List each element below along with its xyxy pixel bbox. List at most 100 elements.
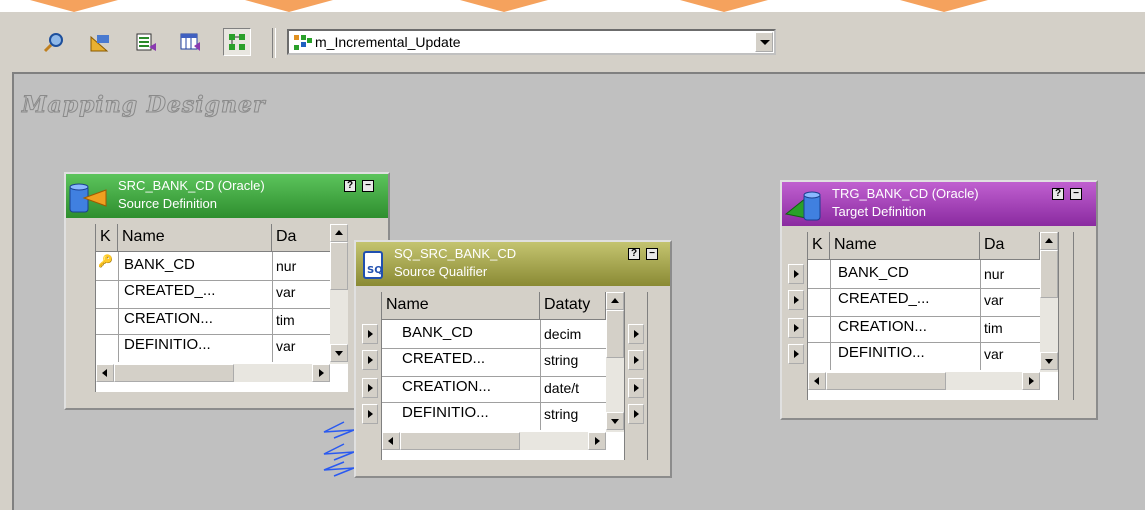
source-definition-subtitle: Source Definition (118, 196, 217, 211)
input-port[interactable] (788, 264, 804, 284)
source-qualifier-grid: Name Dataty BANK_CD decim CREATED... str… (358, 292, 648, 460)
mapping-select[interactable]: m_Incremental_Update (287, 29, 776, 55)
source-qualifier-header[interactable]: SQ SQ_SRC_BANK_CD Source Qualifier ? − (356, 242, 670, 286)
key-column-header[interactable]: K (808, 232, 830, 260)
input-port[interactable] (362, 324, 378, 344)
svg-text:SQ: SQ (367, 265, 383, 276)
scroll-thumb[interactable] (606, 310, 624, 358)
mapping-workspace[interactable]: Mapping Designer SRC_BANK_CD (Oracle) So… (12, 72, 1145, 510)
port-name[interactable]: BANK_CD (124, 256, 195, 273)
input-port-column (784, 232, 808, 400)
port-name[interactable]: CREATION... (838, 318, 927, 335)
scroll-up-button[interactable] (330, 224, 348, 242)
port-name[interactable]: DEFINITIO... (838, 344, 925, 361)
vertical-scrollbar[interactable] (330, 224, 348, 364)
port-datatype: var (984, 346, 1004, 362)
port-name[interactable]: CREATION... (402, 378, 491, 395)
datatype-column-header[interactable]: Da (980, 232, 1040, 260)
horizontal-scrollbar[interactable] (96, 364, 330, 382)
toolbar-separator (272, 28, 276, 58)
scroll-thumb[interactable] (114, 364, 234, 382)
port-name[interactable]: CREATED_... (838, 290, 929, 307)
scroll-thumb[interactable] (330, 242, 348, 290)
minimize-button[interactable]: − (1070, 188, 1082, 200)
source-qualifier-subtitle: Source Qualifier (394, 264, 488, 279)
input-port-column (358, 292, 382, 460)
port-name[interactable]: CREATED_... (124, 282, 215, 299)
output-port[interactable] (628, 378, 644, 398)
port-datatype: date/t (544, 380, 580, 396)
source-definition-icon (69, 183, 107, 213)
help-button[interactable]: ? (1052, 188, 1064, 200)
vertical-scrollbar[interactable] (606, 292, 624, 432)
port-datatype: var (276, 338, 296, 354)
target-designer-button[interactable] (86, 28, 114, 56)
scroll-down-button[interactable] (1040, 352, 1058, 370)
source-definition-title: SRC_BANK_CD (Oracle) (118, 178, 265, 193)
vertical-scrollbar[interactable] (1040, 232, 1058, 372)
scroll-right-button[interactable] (312, 364, 330, 382)
top-decor-stripe (0, 0, 1145, 12)
datatype-column-header[interactable]: Da (272, 224, 332, 252)
help-button[interactable]: ? (628, 248, 640, 260)
input-port[interactable] (788, 344, 804, 364)
input-port[interactable] (362, 350, 378, 370)
scroll-down-button[interactable] (330, 344, 348, 362)
port-name[interactable]: CREATION... (124, 310, 213, 327)
name-column-header[interactable]: Name (830, 232, 980, 260)
input-port[interactable] (788, 318, 804, 338)
source-definition-header[interactable]: SRC_BANK_CD (Oracle) Source Definition ?… (66, 174, 388, 218)
port-name[interactable]: DEFINITIO... (124, 336, 211, 353)
output-port[interactable] (628, 324, 644, 344)
tools-toolbar: m_Incremental_Update (0, 14, 1145, 68)
input-port[interactable] (788, 290, 804, 310)
target-definition-header[interactable]: TRG_BANK_CD (Oracle) Target Definition ?… (782, 182, 1096, 226)
help-button[interactable]: ? (344, 180, 356, 192)
port-name[interactable]: BANK_CD (402, 324, 473, 341)
port-datatype: nur (984, 266, 1005, 282)
scroll-thumb[interactable] (1040, 250, 1058, 298)
source-analyzer-button[interactable] (40, 28, 68, 56)
input-port[interactable] (362, 378, 378, 398)
scroll-up-button[interactable] (1040, 232, 1058, 250)
output-port[interactable] (628, 404, 644, 424)
mapping-icon (294, 35, 312, 50)
mapplet-designer-button[interactable] (176, 28, 204, 56)
scroll-thumb[interactable] (826, 372, 946, 390)
minimize-button[interactable]: − (362, 180, 374, 192)
dropdown-arrow-button[interactable] (755, 32, 773, 52)
port-name[interactable]: BANK_CD (838, 264, 909, 281)
name-column-header[interactable]: Name (118, 224, 272, 252)
transformation-developer-button[interactable] (132, 28, 160, 56)
scroll-left-button[interactable] (382, 432, 400, 450)
minimize-button[interactable]: − (646, 248, 658, 260)
name-column-header[interactable]: Name (382, 292, 540, 320)
scroll-left-button[interactable] (96, 364, 114, 382)
source-analyzer-icon (43, 33, 63, 53)
mapping-select-value: m_Incremental_Update (315, 34, 461, 50)
horizontal-scrollbar[interactable] (382, 432, 606, 450)
port-datatype: var (984, 292, 1004, 308)
workspace-title: Mapping Designer (22, 92, 266, 119)
scroll-right-button[interactable] (1022, 372, 1040, 390)
port-datatype: tim (276, 312, 295, 328)
scroll-right-button[interactable] (588, 432, 606, 450)
primary-key-icon: 🔑 (98, 254, 113, 268)
port-name[interactable]: CREATED... (402, 350, 485, 367)
key-column-header[interactable]: K (96, 224, 118, 252)
mapplet-designer-icon (180, 33, 200, 51)
mapping-designer-button[interactable] (223, 28, 251, 56)
output-port[interactable] (628, 350, 644, 370)
horizontal-scrollbar[interactable] (808, 372, 1040, 390)
datatype-column-header[interactable]: Dataty (540, 292, 606, 320)
port-datatype: nur (276, 258, 297, 274)
scroll-up-button[interactable] (606, 292, 624, 310)
scroll-down-button[interactable] (606, 412, 624, 430)
source-definition-transformation[interactable]: SRC_BANK_CD (Oracle) Source Definition ?… (64, 172, 390, 410)
scroll-thumb[interactable] (400, 432, 520, 450)
target-definition-transformation[interactable]: TRG_BANK_CD (Oracle) Target Definition ?… (780, 180, 1098, 420)
source-qualifier-transformation[interactable]: SQ SQ_SRC_BANK_CD Source Qualifier ? − N… (354, 240, 672, 478)
port-name[interactable]: DEFINITIO... (402, 404, 489, 421)
scroll-left-button[interactable] (808, 372, 826, 390)
input-port[interactable] (362, 404, 378, 424)
